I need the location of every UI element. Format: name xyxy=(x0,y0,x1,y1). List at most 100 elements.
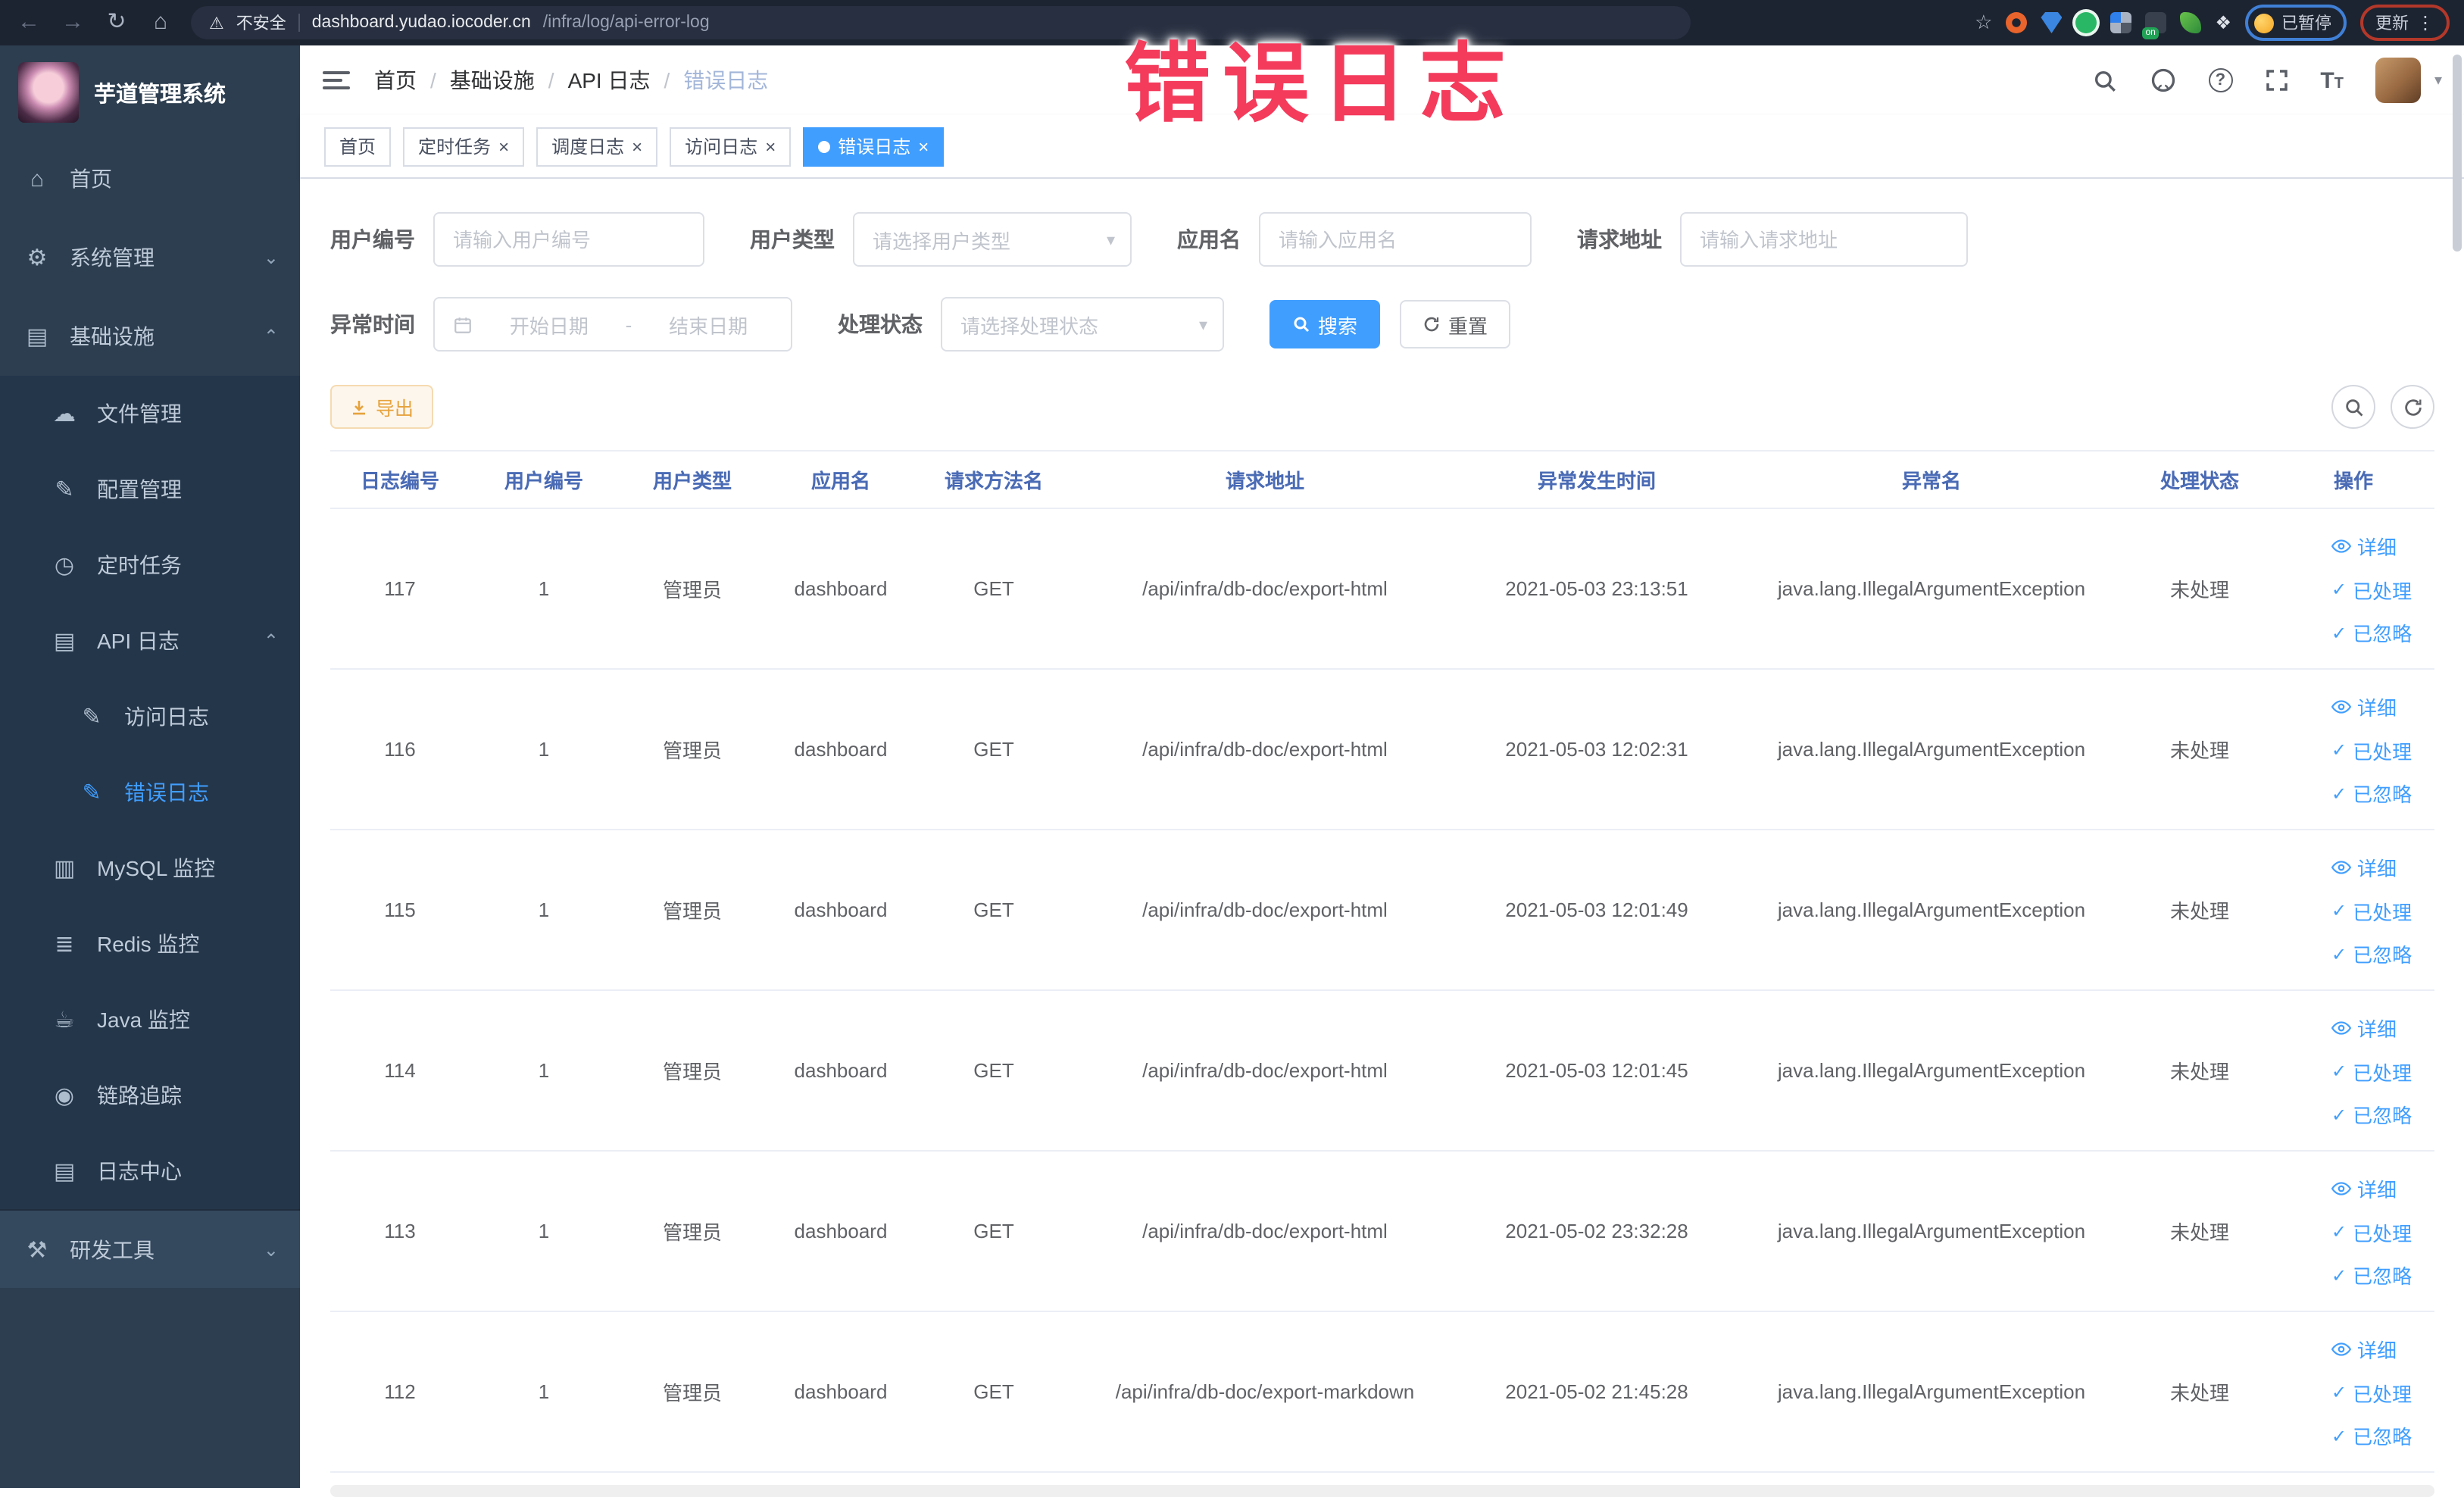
export-button[interactable]: 导出 xyxy=(330,385,434,429)
sidebar-item-dev-tools[interactable]: ⚒ 研发工具 ⌄ xyxy=(0,1209,300,1288)
close-icon[interactable]: × xyxy=(765,137,776,155)
breadcrumb-separator: / xyxy=(664,68,670,92)
app-name-input[interactable] xyxy=(1259,212,1532,267)
action-已处理[interactable]: ✓ 已处理 xyxy=(2331,896,2412,925)
tag-首页[interactable]: 首页 xyxy=(324,127,392,166)
close-icon[interactable]: × xyxy=(498,137,509,155)
sidebar-item-label: 访问日志 xyxy=(124,705,209,729)
breadcrumb-item[interactable]: 首页 xyxy=(374,65,417,95)
sidebar-item-mysql[interactable]: ▥ MySQL 监控 xyxy=(0,830,300,906)
app-logo[interactable]: 芋道管理系统 xyxy=(0,45,300,139)
action-详细[interactable]: 详细 xyxy=(2331,1014,2397,1042)
action-已处理[interactable]: ✓ 已处理 xyxy=(2331,1378,2412,1407)
browser-back-icon[interactable]: ← xyxy=(15,0,42,45)
search-icon[interactable] xyxy=(2091,67,2117,93)
browser-update-button[interactable]: 更新 ⋮ xyxy=(2360,5,2450,41)
filter-app-name: 应用名 xyxy=(1177,212,1532,267)
help-icon[interactable]: ? xyxy=(2208,68,2233,92)
tag-label: 调度日志 xyxy=(551,136,625,158)
refresh-table-button[interactable] xyxy=(2391,385,2434,429)
browser-forward-icon[interactable]: → xyxy=(59,0,86,45)
avatar-caret-icon[interactable]: ▾ xyxy=(2434,72,2442,89)
sidebar-item-file[interactable]: ☁ 文件管理 xyxy=(0,376,300,452)
action-已忽略[interactable]: ✓ 已忽略 xyxy=(2331,1100,2412,1129)
breadcrumb-item[interactable]: API 日志 xyxy=(568,65,651,95)
profile-paused-badge[interactable]: 已暂停 xyxy=(2245,5,2347,41)
sidebar-item-log-center[interactable]: ▤ 日志中心 xyxy=(0,1133,300,1209)
process-status-select[interactable]: 请选择处理状态 ▾ xyxy=(941,297,1224,352)
action-已忽略[interactable]: ✓ 已忽略 xyxy=(2331,779,2412,808)
extension-switch-icon[interactable]: on xyxy=(2142,12,2167,39)
action-label: 已忽略 xyxy=(2353,944,2412,967)
date-range-picker[interactable]: 开始日期 - 结束日期 xyxy=(433,297,792,352)
bookmark-star-icon[interactable]: ☆ xyxy=(1975,11,1992,35)
sidebar-item-java[interactable]: ☕ Java 监控 xyxy=(0,982,300,1058)
close-icon[interactable]: × xyxy=(918,137,929,155)
action-详细[interactable]: 详细 xyxy=(2331,853,2397,882)
app-title: 芋道管理系统 xyxy=(94,83,226,107)
sidebar-item-trace[interactable]: ◉ 链路追踪 xyxy=(0,1058,300,1133)
user-avatar[interactable] xyxy=(2375,58,2421,103)
extension-grid-icon[interactable] xyxy=(2110,12,2132,33)
check-icon: ✓ xyxy=(2331,1061,2347,1082)
action-已忽略[interactable]: ✓ 已忽略 xyxy=(2331,618,2412,647)
vertical-scrollbar[interactable] xyxy=(2453,55,2462,252)
extension-green-check-icon[interactable] xyxy=(2075,12,2097,33)
sidebar-item-label: 系统管理 xyxy=(70,245,155,270)
user-id-input[interactable] xyxy=(433,212,704,267)
sidebar-item-job[interactable]: ◷ 定时任务 xyxy=(0,527,300,603)
request-url-input[interactable] xyxy=(1680,212,1968,267)
fullscreen-icon[interactable] xyxy=(2264,68,2288,92)
action-已处理[interactable]: ✓ 已处理 xyxy=(2331,1217,2412,1246)
extensions-puzzle-icon[interactable]: ❖ xyxy=(2215,12,2231,33)
user-type-select[interactable]: 请选择用户类型 ▾ xyxy=(853,212,1132,267)
browser-menu-kebab-icon[interactable]: ⋮ xyxy=(2416,12,2434,33)
action-详细[interactable]: 详细 xyxy=(2331,1174,2397,1203)
sidebar-item-error-log[interactable]: ✎ 错误日志 xyxy=(0,755,300,830)
sidebar-item-config[interactable]: ✎ 配置管理 xyxy=(0,452,300,527)
toggle-search-button[interactable] xyxy=(2331,385,2375,429)
table-cell: 管理员 xyxy=(618,669,767,830)
sidebar-item-redis[interactable]: ≣ Redis 监控 xyxy=(0,906,300,982)
user-id-label: 用户编号 xyxy=(330,227,415,252)
action-已处理[interactable]: ✓ 已处理 xyxy=(2331,1057,2412,1086)
action-详细[interactable]: 详细 xyxy=(2331,692,2397,721)
horizontal-scrollbar[interactable] xyxy=(330,1485,2434,1497)
action-已处理[interactable]: ✓ 已处理 xyxy=(2331,575,2412,604)
sidebar-item-system[interactable]: ⚙ 系统管理 ⌄ xyxy=(0,218,300,297)
action-已处理[interactable]: ✓ 已处理 xyxy=(2331,736,2412,764)
table-cell: 113 xyxy=(330,1151,470,1312)
extension-shield-icon[interactable] xyxy=(2041,12,2063,33)
action-详细[interactable]: 详细 xyxy=(2331,532,2397,561)
sidebar-item-access-log[interactable]: ✎ 访问日志 xyxy=(0,679,300,755)
reset-button[interactable]: 重置 xyxy=(1400,300,1511,348)
eye-icon xyxy=(2331,539,2351,553)
table-cell: GET xyxy=(915,669,1073,830)
action-已忽略[interactable]: ✓ 已忽略 xyxy=(2331,939,2412,968)
sidebar-item-infra[interactable]: ▤ 基础设施 ⌃ xyxy=(0,297,300,376)
action-已忽略[interactable]: ✓ 已忽略 xyxy=(2331,1261,2412,1289)
action-已忽略[interactable]: ✓ 已忽略 xyxy=(2331,1421,2412,1450)
sidebar-item-home[interactable]: ⌂ 首页 xyxy=(0,139,300,218)
github-icon[interactable] xyxy=(2149,67,2176,94)
font-size-icon[interactable]: TT xyxy=(2320,67,2344,93)
sidebar-toggle-icon[interactable] xyxy=(323,71,350,89)
search-button[interactable]: 搜索 xyxy=(1269,300,1381,348)
browser-reload-icon[interactable]: ↻ xyxy=(103,0,130,45)
browser-home-icon[interactable]: ⌂ xyxy=(147,0,174,45)
extension-leaf-icon[interactable] xyxy=(2180,12,2202,33)
tag-错误日志[interactable]: 错误日志 × xyxy=(803,127,945,166)
tag-调度日志[interactable]: 调度日志 × xyxy=(536,127,658,166)
table-cell: 2021-05-02 21:45:28 xyxy=(1457,1311,1736,1473)
extension-orange-icon[interactable] xyxy=(2006,12,2028,33)
sidebar-item-api-log[interactable]: ▤ API 日志 ⌃ xyxy=(0,603,300,679)
close-icon[interactable]: × xyxy=(632,137,642,155)
tag-访问日志[interactable]: 访问日志 × xyxy=(670,127,792,166)
check-icon: ✓ xyxy=(2331,739,2347,761)
column-header: 异常名 xyxy=(1736,450,2127,509)
end-date-placeholder: 结束日期 xyxy=(669,314,748,337)
tag-定时任务[interactable]: 定时任务 × xyxy=(403,127,525,166)
table-cell: 117 xyxy=(330,508,470,670)
action-详细[interactable]: 详细 xyxy=(2331,1335,2397,1364)
breadcrumb-item[interactable]: 基础设施 xyxy=(450,65,535,95)
